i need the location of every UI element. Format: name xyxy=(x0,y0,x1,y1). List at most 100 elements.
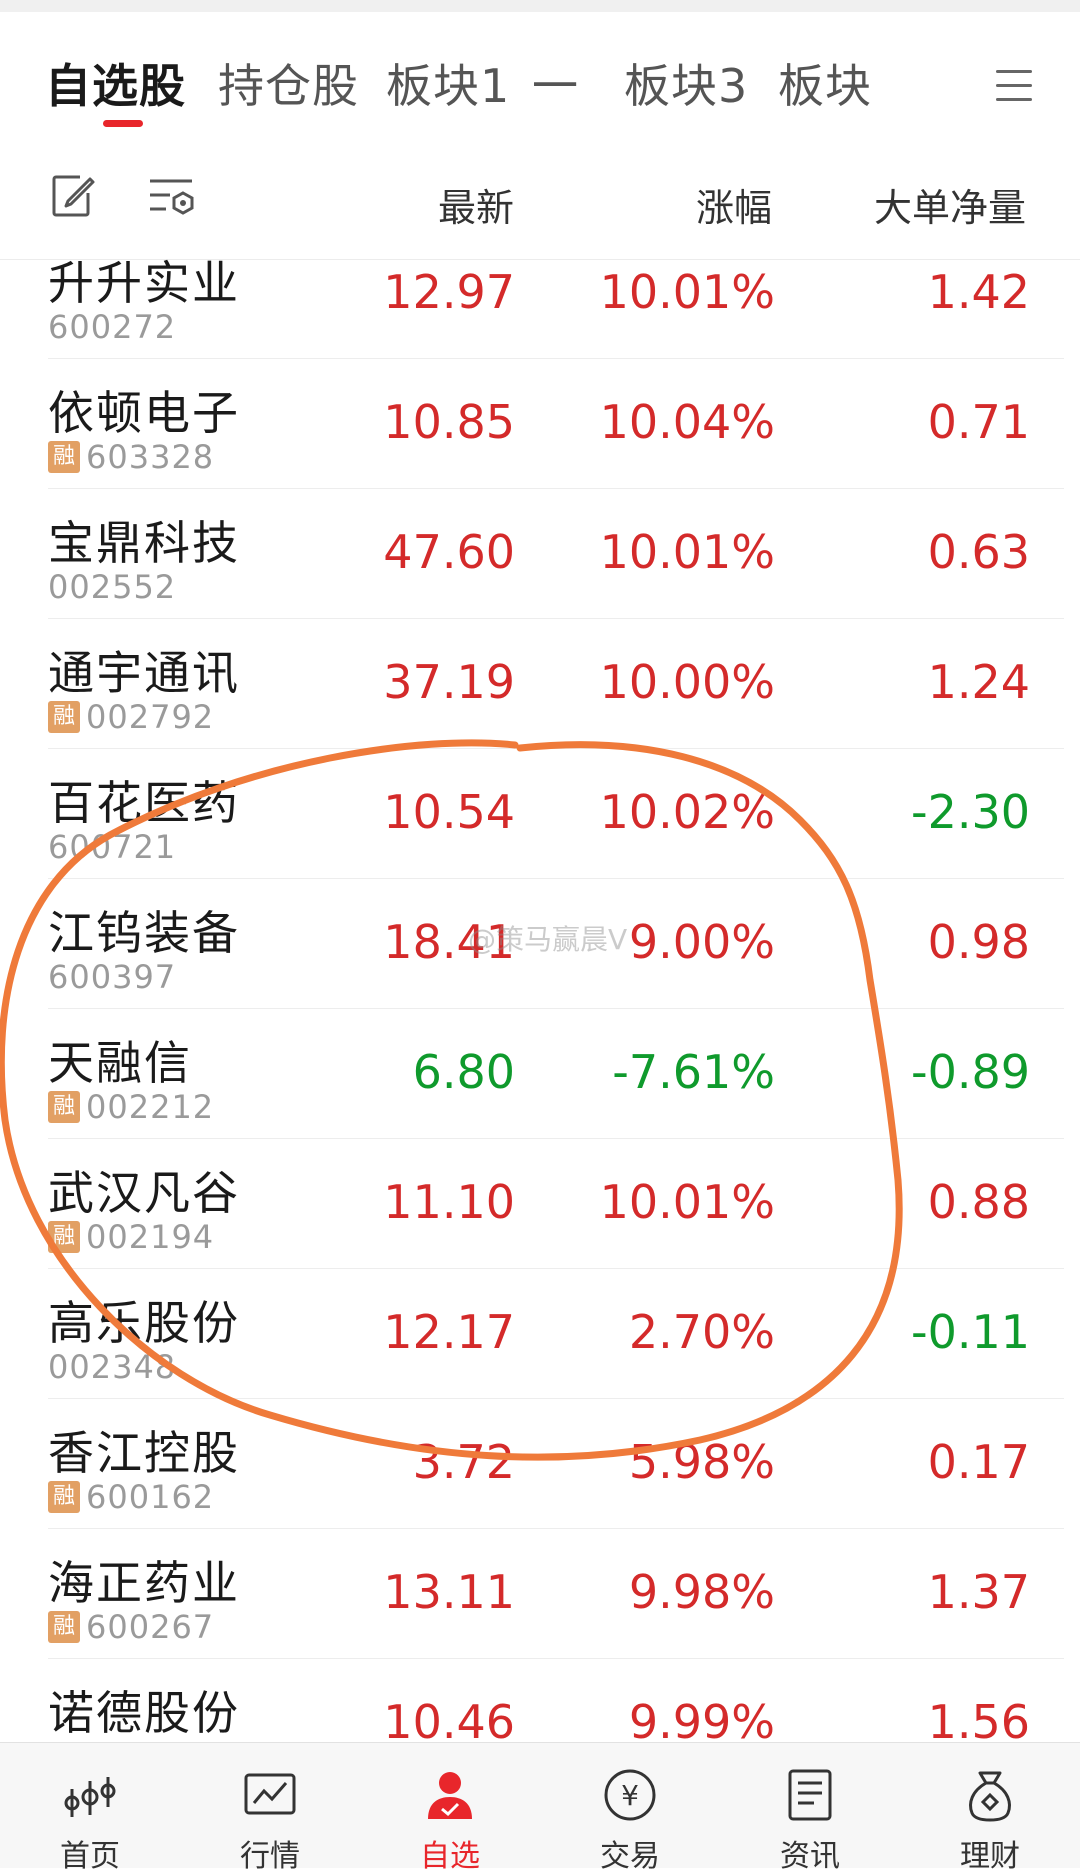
tab-holdings[interactable]: 持仓股 xyxy=(218,50,359,116)
stock-list[interactable]: 升升实业 600272 12.97 10.01% 1.42 依顿电子融 603328 10.8… xyxy=(0,259,1080,1742)
stock-code: 600721 xyxy=(48,828,177,866)
big-order-net: 0.88 xyxy=(927,1175,1030,1229)
stock-row[interactable]: 海正药业融 600267 13.11 9.98% 1.37 xyxy=(0,1529,1080,1659)
stock-row[interactable]: 诺德股份60011010.469.99%1.56 xyxy=(0,1659,1080,1742)
stock-row[interactable]: 百花医药 600721 10.54 10.02% -2.30 xyxy=(0,749,1080,879)
nav-news[interactable]: 资讯 xyxy=(720,1743,900,1874)
margin-trading-badge: 融 xyxy=(48,1481,80,1513)
change-percent: 9.00% xyxy=(628,915,775,969)
bottom-navigation: 首页 行情 自选 ¥ 交易 资讯 理财 xyxy=(0,1742,1080,1874)
stock-row[interactable]: 天融信融 002212 6.80 -7.61% -0.89 xyxy=(0,1009,1080,1139)
big-order-net: 1.37 xyxy=(927,1565,1030,1619)
margin-trading-badge: 融 xyxy=(48,1221,80,1253)
stock-row[interactable]: 武汉凡谷融 002194 11.10 10.01% 0.88 xyxy=(0,1139,1080,1269)
stock-name: 百花医药 xyxy=(48,776,240,830)
nav-wealth[interactable]: 理财 xyxy=(900,1743,1080,1874)
big-order-net: -0.11 xyxy=(910,1305,1030,1359)
header-change[interactable]: 涨幅 xyxy=(696,177,772,232)
change-percent: 10.02% xyxy=(599,785,775,839)
stock-name: 升升实业 xyxy=(48,259,240,310)
nav-home[interactable]: 首页 xyxy=(0,1743,180,1874)
big-order-net: -0.89 xyxy=(910,1045,1030,1099)
latest-price: 6.80 xyxy=(412,1045,515,1099)
stock-code: 600272 xyxy=(48,308,177,346)
column-header: 最新 涨幅 大单净量 xyxy=(0,137,1080,260)
latest-price: 10.46 xyxy=(383,1695,515,1742)
latest-price: 12.97 xyxy=(383,265,515,319)
stock-code-group: 002348 xyxy=(48,1348,177,1386)
stock-row[interactable]: 依顿电子融 603328 10.85 10.04% 0.71 xyxy=(0,359,1080,489)
latest-price: 11.10 xyxy=(383,1175,515,1229)
nav-trade-label: 交易 xyxy=(600,1839,660,1874)
stock-code-group: 融 600267 xyxy=(48,1608,215,1646)
change-percent: 10.01% xyxy=(599,1175,775,1229)
tab-sector-1[interactable]: 板块1 xyxy=(386,50,510,116)
stock-code: 603328 xyxy=(86,438,215,476)
latest-price: 10.54 xyxy=(383,785,515,839)
tab-my-stocks[interactable]: 自选股 xyxy=(45,50,186,116)
big-order-net: 0.63 xyxy=(927,525,1030,579)
stock-code-group: 融 002194 xyxy=(48,1218,214,1256)
nav-market[interactable]: 行情 xyxy=(180,1743,360,1874)
stock-code: 600267 xyxy=(86,1608,215,1646)
chart-icon xyxy=(244,1773,296,1815)
latest-price: 12.17 xyxy=(383,1305,515,1359)
latest-price: 47.60 xyxy=(383,525,515,579)
margin-trading-badge: 融 xyxy=(48,701,80,733)
stock-code-group: 融 603328 xyxy=(48,438,215,476)
big-order-net: -2.30 xyxy=(910,785,1030,839)
stock-code-group: 002552 xyxy=(48,568,176,606)
stock-code-group: 600721 xyxy=(48,828,177,866)
stock-name: 高乐股份 xyxy=(48,1296,240,1350)
nav-watchlist[interactable]: 自选 xyxy=(360,1743,540,1874)
change-percent: 9.99% xyxy=(628,1695,775,1742)
edit-icon[interactable] xyxy=(50,173,96,219)
stock-name: 诺德股份 xyxy=(48,1686,240,1740)
change-percent: -7.61% xyxy=(612,1045,775,1099)
tab-menu-icon[interactable] xyxy=(996,70,1032,102)
change-percent: 10.00% xyxy=(599,655,775,709)
nav-watchlist-label: 自选 xyxy=(420,1839,480,1874)
stock-name: 海正药业 xyxy=(48,1556,240,1610)
margin-trading-badge: 融 xyxy=(48,441,80,473)
status-strip xyxy=(0,0,1080,12)
news-icon xyxy=(788,1769,832,1821)
active-tab-indicator xyxy=(103,120,143,127)
nav-news-label: 资讯 xyxy=(780,1839,840,1874)
nav-trade[interactable]: ¥ 交易 xyxy=(540,1743,720,1874)
tab-sector-3[interactable]: 板块3 xyxy=(624,50,748,116)
nav-market-label: 行情 xyxy=(240,1839,300,1874)
latest-price: 3.72 xyxy=(412,1435,515,1489)
tab-sector-more[interactable]: 板块 xyxy=(778,50,872,116)
home-icon xyxy=(64,1777,116,1817)
stock-name: 武汉凡谷 xyxy=(48,1166,240,1220)
stock-code: 002348 xyxy=(48,1348,177,1386)
change-percent: 10.01% xyxy=(599,525,775,579)
stock-row[interactable]: 通宇通讯融 002792 37.19 10.00% 1.24 xyxy=(0,619,1080,749)
stock-row[interactable]: 宝鼎科技 002552 47.60 10.01% 0.63 xyxy=(0,489,1080,619)
stock-row[interactable]: 香江控股融 600162 3.72 5.98% 0.17 xyxy=(0,1399,1080,1529)
header-big-order-net[interactable]: 大单净量 xyxy=(874,177,1026,232)
yuan-icon: ¥ xyxy=(604,1769,656,1821)
stock-row[interactable]: 高乐股份 002348 12.17 2.70% -0.11 xyxy=(0,1269,1080,1399)
change-percent: 10.01% xyxy=(599,265,775,319)
wealth-icon xyxy=(969,1771,1011,1822)
sort-settings-icon[interactable] xyxy=(148,175,200,221)
stock-code: 600162 xyxy=(86,1478,215,1516)
big-order-net: 0.98 xyxy=(927,915,1030,969)
stock-name: 天融信 xyxy=(48,1036,192,1090)
stock-name: 依顿电子 xyxy=(48,386,240,440)
stock-code-group: 600397 xyxy=(48,958,176,996)
stock-name: 宝鼎科技 xyxy=(48,516,240,570)
tab-separator[interactable]: 一 xyxy=(532,50,579,116)
big-order-net: 1.24 xyxy=(927,655,1030,709)
big-order-net: 0.71 xyxy=(927,395,1030,449)
stock-name: 江钨装备 xyxy=(48,906,240,960)
stock-code-group: 融 002212 xyxy=(48,1088,215,1126)
stock-code: 002212 xyxy=(86,1088,215,1126)
latest-price: 10.85 xyxy=(383,395,515,449)
stock-row[interactable]: 升升实业 600272 12.97 10.01% 1.42 xyxy=(0,259,1080,359)
header-latest[interactable]: 最新 xyxy=(438,177,514,232)
big-order-net: 1.56 xyxy=(927,1695,1030,1742)
margin-trading-badge: 融 xyxy=(48,1091,80,1123)
